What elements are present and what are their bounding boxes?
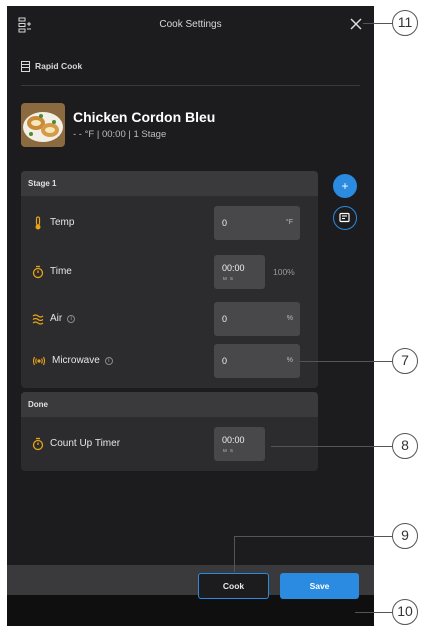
count-up-timer-input[interactable]: 00:00 M S [214,427,265,461]
microwave-value: 0 [222,356,228,366]
callout-7: 7 [392,348,418,374]
cook-settings-screen: Cook Settings Rapid Cook Chicken Cordon … [7,6,374,626]
air-label: Air [50,313,63,324]
microwave-row: Microwave i 0 % [21,343,318,379]
air-value: 0 [222,314,228,324]
count-up-timer-value: 00:00 [222,435,245,445]
air-row: Air i 0 % [21,301,318,337]
callout-10: 10 [392,599,418,625]
callout-line [363,23,393,25]
microwave-label: Microwave [52,355,100,366]
done-title: Done [21,392,318,417]
temp-input[interactable]: 0 °F [214,206,300,240]
callout-9: 9 [392,523,418,549]
time-units: M S [223,276,235,281]
recipe-meta: - - °F | 00:00 | 1 Stage [73,129,167,140]
add-note-button[interactable] [333,206,357,230]
page-title: Cook Settings [159,19,222,30]
temp-label: Temp [50,217,75,228]
recipe-thumbnail [21,103,65,147]
stage-title: Stage 1 [21,171,318,196]
air-input[interactable]: 0 % [214,302,300,336]
air-unit: % [286,315,293,322]
time-value: 00:00 [222,263,245,273]
time-row: Time 00:00 M S 100% [21,254,318,290]
callout-11: 11 [392,10,418,36]
recipe-name: Chicken Cordon Bleu [73,109,216,125]
top-bar: Cook Settings [7,6,374,44]
microwave-input[interactable]: 0 % [214,344,300,378]
microwave-signal-icon [32,356,46,366]
info-icon[interactable]: i [67,314,76,323]
temp-value: 0 [222,218,228,228]
time-input[interactable]: 00:00 M S [214,255,265,289]
save-button[interactable]: Save [280,573,359,599]
note-edit-icon [339,212,350,223]
stage-card: Stage 1 Temp 0 °F Time 00:00 M S 100% Ai… [21,171,318,388]
callout-line [300,361,393,363]
oven-icon [21,60,30,72]
recipe-summary: Chicken Cordon Bleu - - °F | 00:00 | 1 S… [21,103,351,147]
thermometer-icon [35,216,41,230]
cook-mode-label: Rapid Cook [35,61,83,71]
temp-unit: °F [285,219,293,226]
callout-line [234,536,236,572]
count-up-timer-row: Count Up Timer 00:00 M S [21,426,318,462]
count-up-timer-label: Count Up Timer [50,438,121,449]
air-waves-icon [32,314,44,325]
callout-line [234,536,393,538]
microwave-unit: % [286,357,293,364]
callout-8: 8 [392,433,418,459]
cook-button[interactable]: Cook [198,573,269,599]
done-card: Done Count Up Timer 00:00 M S [21,392,318,471]
count-up-timer-units: M S [223,448,235,453]
add-stage-button[interactable]: + [333,174,357,198]
timer-icon [32,265,44,279]
callout-line [355,612,393,614]
time-label: Time [50,266,72,277]
callout-line [271,446,393,448]
info-icon[interactable]: i [104,356,113,365]
timer-icon [32,437,44,451]
divider [21,85,360,86]
close-icon[interactable] [348,16,364,32]
time-percent: 100% [273,267,295,277]
cook-mode: Rapid Cook [21,58,82,74]
temp-row: Temp 0 °F [21,205,318,241]
